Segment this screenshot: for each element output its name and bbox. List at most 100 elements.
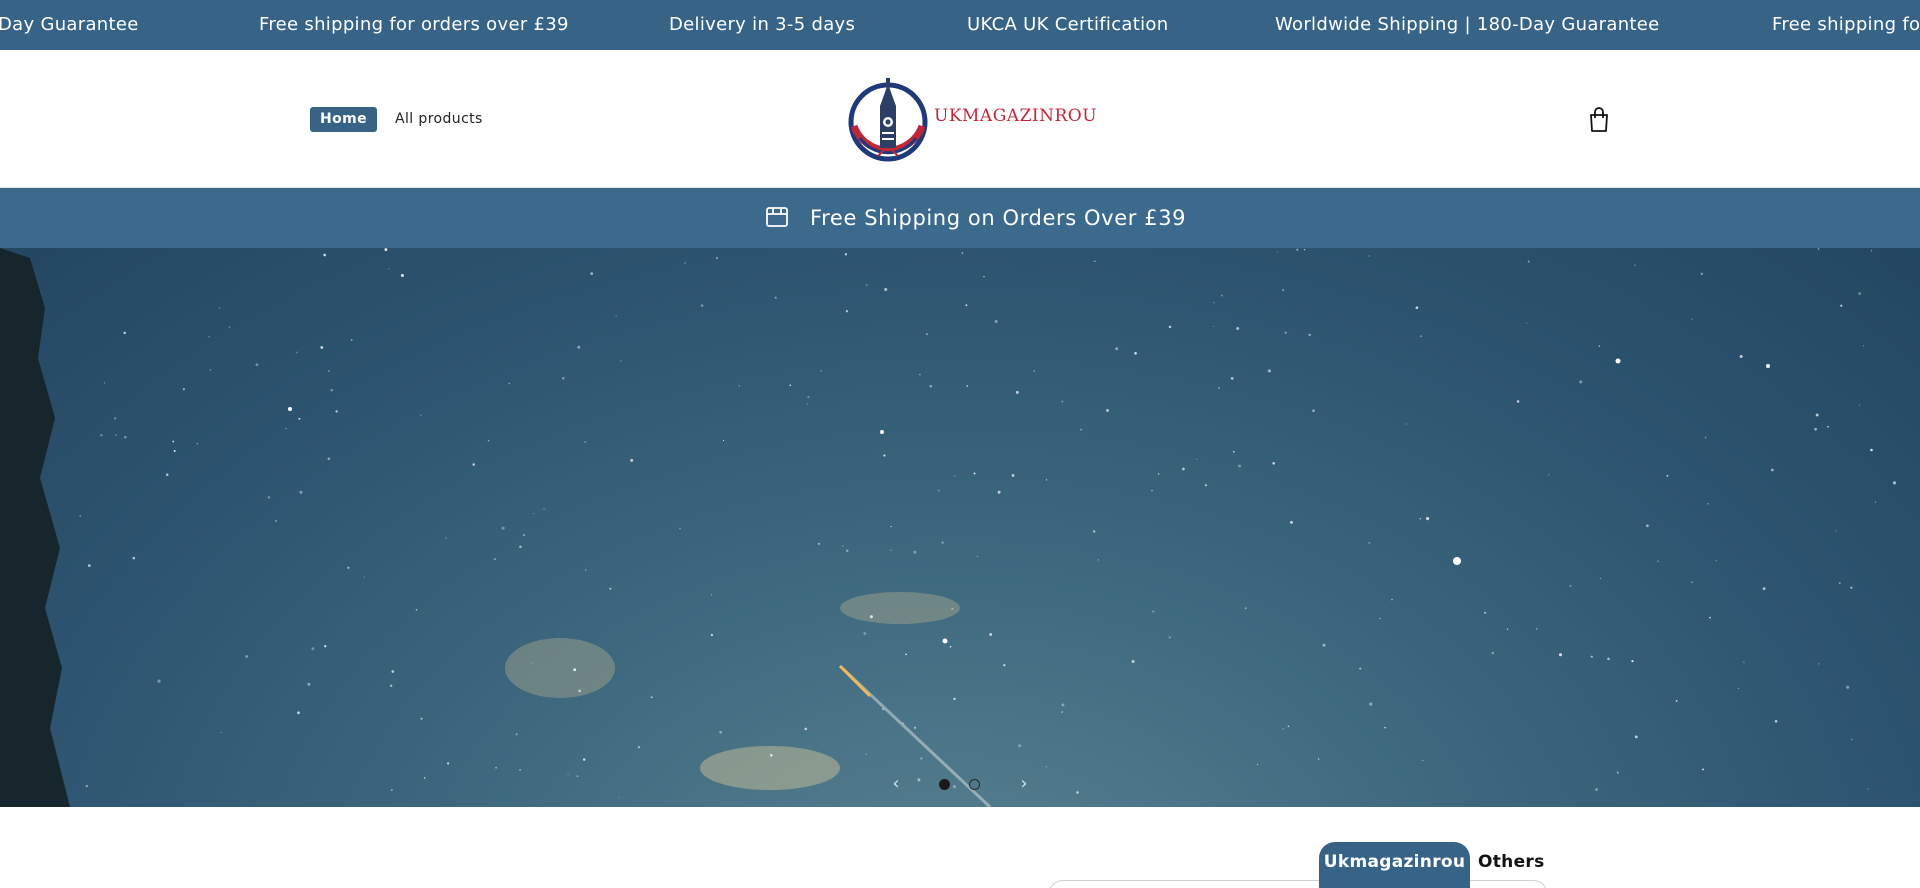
decorative-star xyxy=(583,758,586,761)
decorative-star xyxy=(1061,703,1065,707)
decorative-star xyxy=(1737,687,1740,689)
decorative-star xyxy=(609,587,612,590)
decorative-star xyxy=(719,730,722,734)
decorative-star xyxy=(1015,390,1019,394)
search-field-outline[interactable] xyxy=(1048,880,1548,888)
marquee-item: Worldwide Shipping | 180-Day Guarantee xyxy=(1275,14,1660,35)
decorative-star xyxy=(1850,738,1853,741)
decorative-star xyxy=(1743,661,1745,663)
decorative-star xyxy=(716,257,718,259)
decorative-star xyxy=(1838,582,1841,584)
decorative-star xyxy=(1700,272,1704,276)
decorative-star xyxy=(620,360,622,362)
decorative-star xyxy=(882,708,885,711)
slider-previous-button[interactable]: ‹ xyxy=(884,772,908,796)
decorative-star xyxy=(1527,260,1530,263)
decorative-star xyxy=(973,472,976,475)
decorative-star xyxy=(845,310,849,313)
decorative-star xyxy=(1599,577,1601,579)
announcement-marquee: Day Guarantee Free shipping for orders o… xyxy=(0,0,1920,50)
decorative-star xyxy=(519,545,522,549)
decorative-star xyxy=(487,439,490,442)
decorative-star xyxy=(937,489,940,492)
decorative-star xyxy=(420,717,423,720)
decorative-star xyxy=(920,757,923,760)
decorative-star xyxy=(884,287,888,292)
decorative-star xyxy=(307,682,311,686)
decorative-star xyxy=(1303,248,1306,251)
decorative-star xyxy=(1061,711,1063,713)
decorative-star xyxy=(561,376,565,380)
decorative-star xyxy=(85,784,88,788)
decorative-star xyxy=(390,789,393,792)
decorative-star xyxy=(196,442,199,445)
decorative-star xyxy=(842,545,844,547)
decorative-star xyxy=(327,370,330,373)
decorative-star xyxy=(869,615,873,619)
decorative-star xyxy=(1590,655,1593,658)
decorative-star xyxy=(311,647,315,651)
decorative-star xyxy=(961,252,964,254)
store-icon xyxy=(766,207,788,227)
decorative-star xyxy=(1284,331,1287,335)
decorative-star xyxy=(807,395,810,399)
decorative-star xyxy=(1415,306,1419,310)
site-logo[interactable]: UKMAGAZINROU xyxy=(846,76,1097,166)
nav-home-link[interactable]: Home xyxy=(310,107,378,132)
decorative-star xyxy=(228,326,231,328)
decorative-star xyxy=(323,253,327,257)
site-header: Home All products UKMAGAZINROU xyxy=(0,50,1920,188)
decorative-star xyxy=(1666,474,1669,477)
decorative-star xyxy=(789,384,792,387)
decorative-star xyxy=(296,351,298,354)
decorative-star xyxy=(1093,260,1096,263)
decorative-star xyxy=(1151,490,1153,492)
decorative-star xyxy=(738,385,741,387)
decorative-star xyxy=(1422,759,1424,761)
decorative-star xyxy=(578,689,582,693)
decorative-star xyxy=(1359,667,1362,670)
decorative-star xyxy=(103,382,106,384)
slide-dot-1-active[interactable] xyxy=(939,779,950,790)
decorative-star xyxy=(1426,517,1430,521)
decorative-star xyxy=(1218,387,1220,389)
decorative-star xyxy=(917,778,921,782)
decorative-star xyxy=(630,458,634,462)
decorative-star xyxy=(1634,735,1638,739)
decorative-star xyxy=(1018,744,1022,748)
decorative-star xyxy=(925,333,928,336)
slider-next-button[interactable]: › xyxy=(1012,772,1036,796)
decorative-star xyxy=(883,454,886,457)
decorative-star xyxy=(1595,788,1598,791)
slide-dot-2[interactable] xyxy=(969,779,980,790)
decorative-star xyxy=(172,440,175,443)
decorative-star xyxy=(1867,788,1869,790)
decorative-star xyxy=(245,655,248,658)
decorative-star xyxy=(298,417,301,420)
decorative-star xyxy=(1131,660,1135,663)
nav-all-products-link[interactable]: All products xyxy=(395,107,483,132)
decorative-star xyxy=(863,632,867,635)
decorative-star xyxy=(845,549,849,552)
decorative-star xyxy=(255,363,259,367)
cart-button[interactable] xyxy=(1586,106,1612,134)
decorative-star xyxy=(929,384,933,388)
decorative-star xyxy=(679,528,681,530)
decorative-star xyxy=(1011,474,1015,477)
decorative-star xyxy=(1870,250,1873,252)
decorative-star xyxy=(115,434,117,436)
decorative-star xyxy=(388,268,390,270)
decorative-star xyxy=(902,722,905,725)
tab-others[interactable]: Others xyxy=(1478,842,1545,882)
decorative-star xyxy=(1296,248,1299,251)
decorative-star xyxy=(1506,628,1509,630)
decorative-star xyxy=(1115,347,1119,351)
decorative-star xyxy=(1232,450,1235,453)
decorative-star xyxy=(1272,461,1276,465)
decorative-star xyxy=(804,727,808,731)
decorative-star xyxy=(501,526,505,530)
tab-ukmagazinrou[interactable]: Ukmagazinrou xyxy=(1319,842,1470,888)
decorative-star xyxy=(531,662,533,664)
decorative-star xyxy=(1850,586,1853,589)
decorative-star xyxy=(1691,581,1693,583)
